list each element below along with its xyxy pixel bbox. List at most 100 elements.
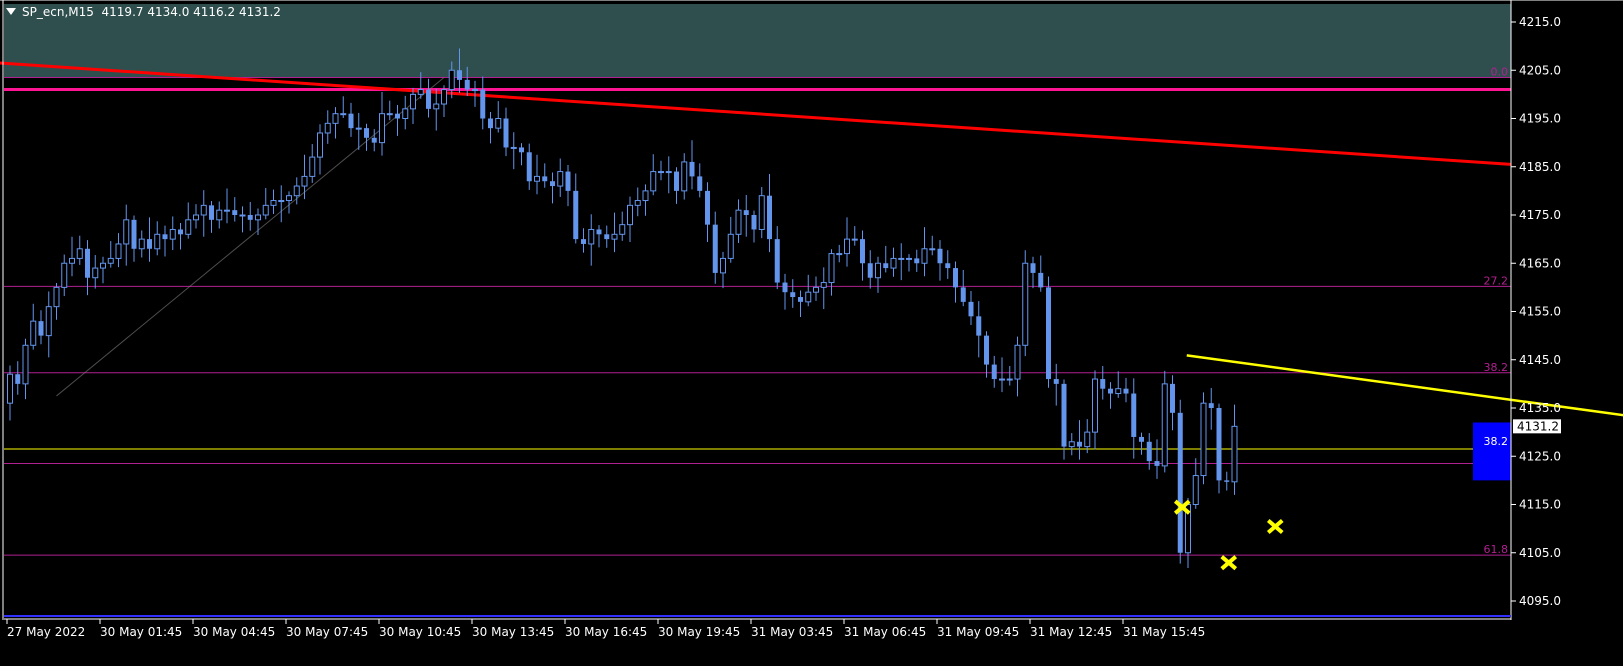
candle-body-bull (69, 257, 75, 264)
y-tick-label: 4215.0 (1519, 15, 1561, 29)
candle-body-bull (169, 228, 176, 240)
candle-body-bull (410, 93, 416, 110)
y-tick-label: 4135.0 (1519, 401, 1561, 415)
candle-body-bull (224, 209, 230, 212)
candle-body-bear (1139, 436, 1144, 442)
candle-body-bull (123, 219, 130, 245)
x-tick-label: 30 May 13:45 (472, 625, 554, 639)
candle-body-bull (665, 171, 672, 174)
candle-body-bull (875, 262, 881, 279)
candle-body-bull (658, 171, 664, 174)
y-tick-label: 4155.0 (1519, 305, 1561, 319)
candle-body-bull (619, 224, 626, 235)
candle-body-bear (85, 248, 90, 278)
candle (1200, 392, 1207, 485)
candle-body-bear (689, 161, 695, 177)
candle-body-bull (138, 238, 145, 250)
candle-body-bear (348, 113, 354, 129)
candle-body-bull (611, 233, 618, 240)
candle-body-bull (534, 175, 540, 182)
candle-body-bull (185, 219, 192, 235)
candle-body-bull (906, 257, 912, 260)
price-chart[interactable]: 0.027.238.250.061.8 38.2 4215.04205.0419… (0, 0, 1623, 666)
candle-body-bull (200, 204, 207, 216)
candle-body-bull (1068, 441, 1075, 448)
candle-body-bear (798, 297, 803, 302)
candle-body-bear (968, 301, 974, 317)
symbol-label: SP_ecn,M15 (22, 5, 94, 19)
candle-body-bull (30, 320, 37, 346)
chart-background (0, 0, 1623, 666)
candle-body-bull (107, 257, 114, 264)
candle-body-bull (309, 156, 316, 177)
candle-body-bull (813, 286, 819, 293)
candle-body-bull (557, 171, 564, 187)
candle-body-bull (1115, 388, 1122, 395)
candle-body-bear (371, 137, 377, 143)
candle-body-bear (542, 176, 548, 182)
candle-body-bull (1192, 475, 1199, 505)
candle-body-bear (480, 89, 486, 119)
candle-body-bull (76, 248, 83, 259)
dropdown-triangle-icon[interactable] (6, 8, 16, 15)
candle-body-bear (1046, 287, 1051, 380)
x-tick-label: 30 May 04:45 (193, 625, 275, 639)
x-tick-label: 31 May 15:45 (1123, 625, 1205, 639)
candle-body-bull (634, 200, 641, 206)
chart-header: SP_ecn,M15 4119.7 4134.0 4116.2 4131.2 (6, 5, 281, 19)
candle-body-bull (681, 161, 688, 192)
candle-body-bear (774, 239, 780, 283)
candle-body-bull (720, 257, 726, 274)
candle-body-bull (836, 253, 843, 256)
candle-body-bull (999, 378, 1005, 381)
y-tick-label: 4125.0 (1519, 449, 1561, 463)
candle-body-bull (844, 238, 850, 255)
candle-body-bear (945, 263, 951, 269)
y-tick-label: 4195.0 (1519, 112, 1561, 126)
candle-body-bear (178, 229, 183, 235)
candle-body-bull (851, 238, 858, 241)
candle-body-bear (953, 268, 958, 288)
candle-body-bear (1224, 480, 1230, 482)
fib-label-61-8: 61.8 (1484, 543, 1509, 556)
candle-body-bear (1146, 441, 1152, 462)
candle-body-bull (448, 69, 455, 91)
candle-body-bull (22, 344, 29, 385)
candle-body-bear (790, 292, 796, 298)
x-tick-label: 30 May 10:45 (379, 625, 461, 639)
candle-body-bear (1123, 388, 1129, 394)
candle-body-bear (937, 248, 943, 264)
candle-body-bull (758, 195, 765, 230)
candle-body-bear (883, 263, 889, 269)
candle-body-bear (984, 335, 989, 365)
candle-body-bull (898, 257, 905, 260)
candle-body-bear (1208, 403, 1214, 408)
ohlc-values: 4119.7 4134.0 4116.2 4131.2 (101, 5, 281, 19)
candle (1216, 403, 1222, 494)
candle-body-bull (1200, 402, 1207, 477)
candle-body-bear (1108, 388, 1113, 394)
candle-body-bear (1177, 412, 1183, 553)
candle-body-bear (147, 239, 152, 249)
candle-body-bull (340, 113, 347, 116)
y-tick-label: 4165.0 (1519, 256, 1561, 270)
candle-body-bull (828, 253, 835, 284)
candle-body-bear (15, 374, 21, 384)
candle-body-bear (960, 287, 966, 302)
y-tick-label: 4185.0 (1519, 160, 1561, 174)
candle-body-bear (712, 224, 718, 273)
candle-body-bear (581, 239, 586, 244)
x-tick-label: 30 May 07:45 (286, 625, 368, 639)
candle-body-bull (270, 200, 277, 206)
y-tick-label: 4145.0 (1519, 353, 1561, 367)
candle-body-bear (247, 215, 253, 220)
candle-body-bear (364, 128, 369, 138)
candle-body-bear (914, 258, 920, 264)
candle-body-bull (1231, 425, 1238, 483)
candle-body-bull (1022, 262, 1029, 346)
candle-body-bear (1053, 379, 1059, 384)
candle-body-bull (317, 132, 323, 158)
candle-body-bull (588, 228, 595, 245)
candle-body-bull (100, 262, 106, 269)
candle-body-bear (1030, 263, 1036, 273)
